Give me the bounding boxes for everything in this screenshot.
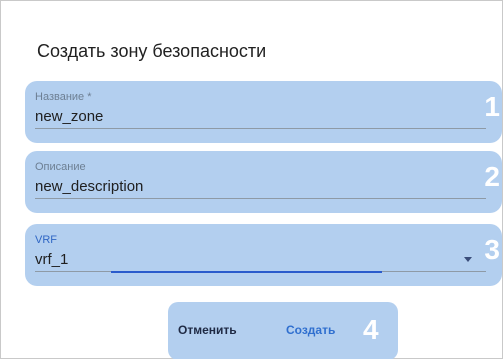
name-field-underline (35, 128, 486, 129)
dialog-actions: Отменить Создать 4 (168, 302, 398, 359)
name-field-label: Название * (35, 91, 92, 103)
name-field[interactable]: Название * new_zone 1 (25, 81, 502, 143)
description-field-label: Описание (35, 161, 86, 173)
callout-marker-1: 1 (484, 91, 500, 122)
vrf-select-label: VRF (35, 234, 57, 246)
callout-marker-3: 3 (484, 234, 500, 265)
description-field-underline (35, 198, 486, 199)
description-field[interactable]: Описание new_description 2 (25, 151, 502, 213)
description-field-value[interactable]: new_description (35, 178, 143, 195)
callout-marker-4: 4 (363, 314, 379, 345)
chevron-down-icon[interactable] (464, 257, 472, 262)
vrf-select-value[interactable]: vrf_1 (35, 251, 68, 268)
dialog: Создать зону безопасности Название * new… (0, 0, 503, 359)
create-button[interactable]: Создать (286, 323, 335, 337)
vrf-select[interactable]: VRF vrf_1 3 (25, 224, 502, 286)
vrf-select-focus-underline (111, 271, 382, 273)
callout-marker-2: 2 (484, 161, 500, 192)
name-field-value[interactable]: new_zone (35, 108, 103, 125)
dialog-title: Создать зону безопасности (37, 41, 267, 61)
cancel-button[interactable]: Отменить (178, 323, 237, 337)
